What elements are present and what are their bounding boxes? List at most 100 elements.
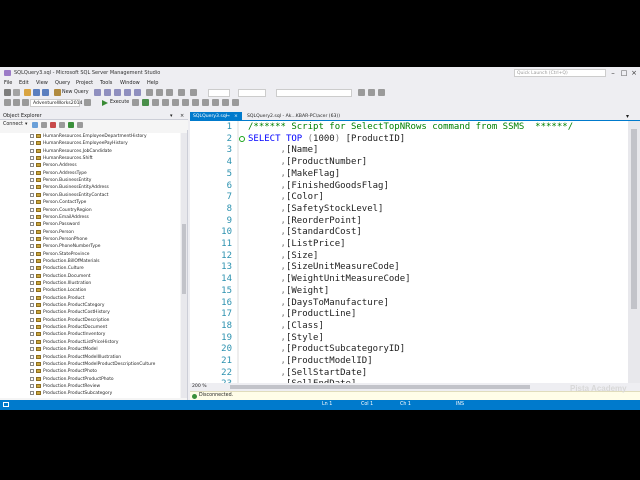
expand-icon[interactable] bbox=[30, 295, 34, 300]
redo-icon[interactable] bbox=[190, 89, 197, 96]
expand-icon[interactable] bbox=[30, 156, 34, 161]
tree-node-table[interactable]: Production.Culture bbox=[0, 265, 180, 272]
tree-node-table[interactable]: Person.Address bbox=[0, 162, 180, 169]
menu-edit[interactable]: Edit bbox=[19, 80, 29, 86]
refresh-icon[interactable] bbox=[68, 122, 74, 128]
tree-node-table[interactable]: Person.StateProvince bbox=[0, 251, 180, 258]
stop-icon[interactable] bbox=[50, 122, 56, 128]
parse-icon[interactable] bbox=[142, 99, 149, 106]
solution-configurations-dropdown[interactable] bbox=[208, 89, 230, 97]
pin-icon[interactable]: ▾ bbox=[170, 113, 173, 119]
expand-icon[interactable] bbox=[30, 141, 34, 146]
dax-query-icon[interactable] bbox=[134, 89, 141, 96]
tree-node-table[interactable]: Production.ProductPhoto bbox=[0, 368, 180, 375]
tree-node-table[interactable]: Production.ProductDescription bbox=[0, 317, 180, 324]
menu-project[interactable]: Project bbox=[76, 80, 93, 86]
intellisense-icon[interactable] bbox=[172, 99, 179, 106]
expand-icon[interactable] bbox=[30, 391, 34, 396]
expand-icon[interactable] bbox=[30, 207, 34, 212]
tree-node-table[interactable]: Person.CountryRegion bbox=[0, 207, 180, 214]
minimize-button[interactable]: – bbox=[608, 68, 618, 78]
tree-node-table[interactable]: Production.ProductListPriceHistory bbox=[0, 339, 180, 346]
outline-collapse-icon[interactable] bbox=[239, 136, 245, 142]
find-dropdown[interactable] bbox=[276, 89, 352, 97]
actual-plan-icon[interactable] bbox=[182, 99, 189, 106]
solution-explorer-icon[interactable] bbox=[358, 89, 365, 96]
properties-icon[interactable] bbox=[368, 89, 375, 96]
expand-icon[interactable] bbox=[30, 266, 34, 271]
menu-help[interactable]: Help bbox=[147, 80, 158, 86]
comment-icon[interactable] bbox=[232, 99, 239, 106]
database-query-icon[interactable] bbox=[94, 89, 101, 96]
expand-icon[interactable] bbox=[30, 134, 34, 138]
expand-icon[interactable] bbox=[30, 303, 34, 308]
tree-node-table[interactable]: Production.ProductModelProductDescriptio… bbox=[0, 361, 180, 368]
tree-node-table[interactable]: Person.BusinessEntityContact bbox=[0, 192, 180, 199]
tree-node-table[interactable]: Person.BusinessEntity bbox=[0, 177, 180, 184]
query-options-icon[interactable] bbox=[162, 99, 169, 106]
expand-icon[interactable] bbox=[30, 273, 34, 278]
zoom-level[interactable]: 200 % bbox=[192, 384, 207, 389]
change-connection-icon[interactable] bbox=[22, 99, 29, 106]
undo-icon[interactable] bbox=[178, 89, 185, 96]
connect-dropdown-icon[interactable]: ▾ bbox=[25, 122, 27, 127]
tree-node-table[interactable]: Production.ProductCategory bbox=[0, 302, 180, 309]
expand-icon[interactable] bbox=[30, 214, 34, 219]
expand-icon[interactable] bbox=[30, 325, 34, 330]
menu-view[interactable]: View bbox=[36, 80, 48, 86]
object-explorer-scroll-thumb[interactable] bbox=[182, 224, 186, 294]
results-to-file-icon[interactable] bbox=[222, 99, 229, 106]
expand-icon[interactable] bbox=[30, 236, 34, 241]
tree-node-table[interactable]: HumanResources.EmployeeDepartmentHistory bbox=[0, 133, 180, 140]
menu-query[interactable]: Query bbox=[55, 80, 70, 86]
editor-vertical-scroll-thumb[interactable] bbox=[631, 129, 637, 309]
expand-icon[interactable] bbox=[30, 317, 34, 322]
filter-icon[interactable] bbox=[84, 99, 91, 106]
tree-node-table[interactable]: Production.Product bbox=[0, 295, 180, 302]
tree-node-table[interactable]: Person.EmailAddress bbox=[0, 214, 180, 221]
query-editor[interactable]: 1 /****** Script for SelectTopNRows comma… bbox=[190, 121, 628, 383]
activity-monitor-icon[interactable] bbox=[77, 122, 83, 128]
expand-icon[interactable] bbox=[30, 332, 34, 337]
expand-icon[interactable] bbox=[30, 148, 34, 153]
expand-icon[interactable] bbox=[30, 369, 34, 374]
save-icon[interactable] bbox=[33, 89, 40, 96]
results-to-grid-icon[interactable] bbox=[212, 99, 219, 106]
cut-icon[interactable] bbox=[146, 89, 153, 96]
new-query-button[interactable]: New Query bbox=[62, 90, 89, 95]
tree-node-table[interactable]: Production.Location bbox=[0, 287, 180, 294]
cancel-query-icon[interactable] bbox=[132, 99, 139, 106]
client-statistics-icon[interactable] bbox=[192, 99, 199, 106]
expand-icon[interactable] bbox=[30, 251, 34, 256]
tree-node-table[interactable]: HumanResources.JobCandidate bbox=[0, 148, 180, 155]
tree-node-table[interactable]: Person.Password bbox=[0, 221, 180, 228]
expand-icon[interactable] bbox=[30, 192, 34, 197]
panel-close-icon[interactable]: × bbox=[180, 113, 184, 119]
tree-node-table[interactable]: Production.BillOfMaterials bbox=[0, 258, 180, 265]
tree-node-table[interactable]: Production.ProductProductPhoto bbox=[0, 376, 180, 383]
estimated-plan-icon[interactable] bbox=[152, 99, 159, 106]
close-button[interactable]: × bbox=[629, 68, 639, 78]
tree-node-table[interactable]: Person.PersonPhone bbox=[0, 236, 180, 243]
close-tab-icon[interactable]: × bbox=[234, 112, 238, 121]
connect-server-icon[interactable] bbox=[32, 122, 38, 128]
output-icon[interactable] bbox=[3, 402, 9, 407]
database-dropdown[interactable]: AdventureWorks2014 bbox=[30, 99, 82, 107]
mdx-query-icon[interactable] bbox=[104, 89, 111, 96]
connect-icon[interactable] bbox=[4, 99, 11, 106]
expand-icon[interactable] bbox=[30, 200, 34, 205]
expand-icon[interactable] bbox=[30, 170, 34, 175]
paste-icon[interactable] bbox=[166, 89, 173, 96]
tree-node-table[interactable]: Production.ProductModel bbox=[0, 346, 180, 353]
tree-node-table[interactable]: Production.ProductDocument bbox=[0, 324, 180, 331]
tree-node-table[interactable]: Person.AddressType bbox=[0, 170, 180, 177]
menu-window[interactable]: Window bbox=[120, 80, 140, 86]
expand-icon[interactable] bbox=[30, 383, 34, 388]
dmx-query-icon[interactable] bbox=[114, 89, 121, 96]
quick-launch-input[interactable]: Quick Launch (Ctrl+Q) bbox=[514, 69, 606, 77]
expand-icon[interactable] bbox=[30, 163, 34, 168]
menu-tools[interactable]: Tools bbox=[100, 80, 112, 86]
tree-node-table[interactable]: Production.ProductSubcategory bbox=[0, 390, 180, 397]
expand-icon[interactable] bbox=[30, 347, 34, 352]
tree-node-table[interactable]: Production.Document bbox=[0, 273, 180, 280]
